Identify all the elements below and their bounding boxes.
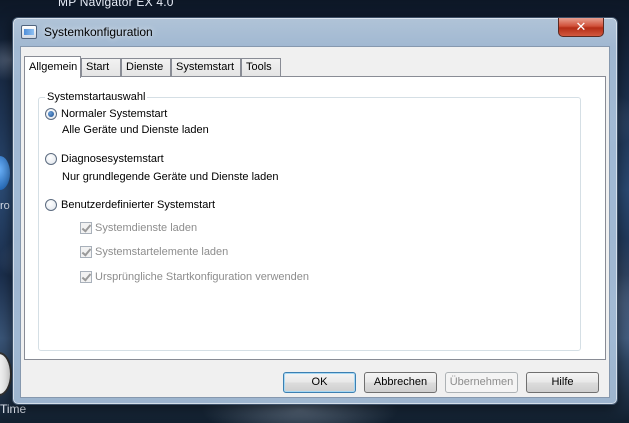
dialog-client-area: Allgemein Start Dienste Systemstart Tool… (20, 46, 610, 398)
radio-button-diagnostic[interactable] (45, 153, 57, 165)
system-configuration-window: Systemkonfiguration ✕ Allgemein Start Di… (12, 17, 618, 405)
cancel-button[interactable]: Abbrechen (364, 372, 437, 393)
checkbox-use-original-boot-config-box (80, 271, 92, 283)
apply-button[interactable]: Übernehmen (445, 372, 518, 393)
startup-selection-group: Systemstartauswahl Normaler Systemstart … (38, 91, 581, 351)
ok-button[interactable]: OK (283, 372, 356, 393)
group-title: Systemstartauswahl (45, 91, 148, 103)
normal-startup-description: Alle Geräte und Dienste laden (62, 124, 209, 136)
title-bar[interactable]: Systemkonfiguration ✕ (13, 18, 617, 46)
radio-custom-startup[interactable]: Benutzerdefinierter Systemstart (45, 198, 215, 212)
tab-panel-allgemein: Systemstartauswahl Normaler Systemstart … (24, 76, 606, 360)
desktop-window-title-fragment: MP Navigator EX 4.0 (58, 0, 174, 9)
checkbox-load-system-services: Systemdienste laden (80, 221, 197, 235)
checkbox-load-startup-items-label: Systemstartelemente laden (95, 246, 229, 258)
help-button[interactable]: Hilfe (526, 372, 599, 393)
radio-button-normal[interactable] (45, 108, 57, 120)
radio-normal-startup[interactable]: Normaler Systemstart (45, 107, 167, 121)
tab-start[interactable]: Start (81, 58, 121, 77)
radio-diagnostic-startup[interactable]: Diagnosesystemstart (45, 152, 164, 166)
window-title: Systemkonfiguration (44, 25, 153, 39)
radio-button-custom[interactable] (45, 199, 57, 211)
tab-tools[interactable]: Tools (241, 58, 281, 77)
checkbox-load-system-services-box (80, 222, 92, 234)
desktop-side-text: ro (0, 200, 10, 212)
checkbox-load-system-services-label: Systemdienste laden (95, 222, 198, 234)
checkbox-use-original-boot-config: Ursprüngliche Startkonfiguration verwend… (80, 270, 309, 284)
radio-diagnostic-label[interactable]: Diagnosesystemstart (61, 153, 164, 165)
checkbox-use-original-boot-config-label: Ursprüngliche Startkonfiguration verwend… (95, 271, 310, 283)
tab-systemstart[interactable]: Systemstart (171, 58, 241, 77)
msconfig-app-icon (21, 25, 37, 39)
tab-dienste[interactable]: Dienste (121, 58, 171, 77)
checkbox-load-startup-items-box (80, 246, 92, 258)
checkbox-load-startup-items: Systemstartelemente laden (80, 245, 228, 259)
radio-custom-label[interactable]: Benutzerdefinierter Systemstart (61, 199, 215, 211)
tab-allgemein[interactable]: Allgemein (24, 56, 81, 78)
diagnostic-startup-description: Nur grundlegende Geräte und Dienste lade… (62, 171, 279, 183)
close-button[interactable]: ✕ (558, 18, 604, 37)
radio-normal-label[interactable]: Normaler Systemstart (61, 108, 167, 120)
